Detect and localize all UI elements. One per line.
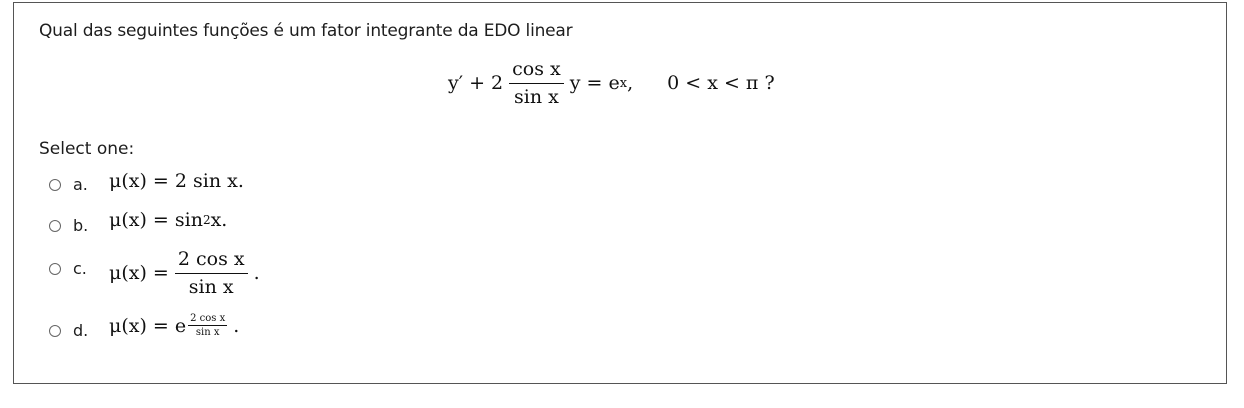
option-d[interactable]: d. xyxy=(49,321,105,340)
option-b-letter: b. xyxy=(73,216,89,235)
equation-frac-num: cos x xyxy=(509,59,564,84)
option-c-num: 2 cos x xyxy=(174,249,248,274)
radio-option-c[interactable] xyxy=(49,262,61,275)
option-d-suffix: . xyxy=(233,314,240,337)
option-c-letter: c. xyxy=(73,259,87,278)
radio-option-d[interactable] xyxy=(49,324,61,337)
option-d-math: μ(x) = e 2 cos x sin x . xyxy=(109,313,239,338)
option-d-num: 2 cos x xyxy=(188,313,228,326)
question-card: Qual das seguintes funções é um fator in… xyxy=(13,2,1227,384)
option-a-letter: a. xyxy=(73,175,88,194)
option-b-prefix: μ(x) = sin xyxy=(109,209,203,231)
option-d-prefix: μ(x) = e xyxy=(109,314,187,337)
option-d-exponent-fraction: 2 cos x sin x xyxy=(188,313,228,338)
option-c-math: μ(x) = 2 cos x sin x . xyxy=(109,249,260,298)
option-b-math: μ(x) = sin 2 x. xyxy=(109,209,227,231)
option-a[interactable]: a. xyxy=(49,175,105,194)
option-c-fraction: 2 cos x sin x xyxy=(174,249,248,298)
option-d-letter: d. xyxy=(73,321,89,340)
question-text: Qual das seguintes funções é um fator in… xyxy=(39,21,573,41)
option-a-math: μ(x) = 2 sin x. xyxy=(109,170,244,192)
option-c-den: sin x xyxy=(188,275,234,298)
option-c-prefix: μ(x) = xyxy=(109,262,169,285)
radio-option-a[interactable] xyxy=(49,178,61,191)
ode-equation: y′ + 2 cos x sin x y = ex, 0 < x < π ? xyxy=(448,59,775,108)
option-b[interactable]: b. xyxy=(49,216,105,235)
equation-fraction: cos x sin x xyxy=(509,59,564,108)
equation-condition: 0 < x < π ? xyxy=(667,72,775,95)
option-b-sup: 2 xyxy=(202,213,211,227)
option-c-suffix: . xyxy=(253,262,260,285)
equation-lhs-end: y = e xyxy=(569,72,620,95)
equation-lhs-start: y′ + 2 xyxy=(448,72,504,95)
option-b-suffix: x. xyxy=(210,209,228,231)
equation-exponent: x xyxy=(619,75,628,91)
equation-frac-den: sin x xyxy=(514,85,559,108)
option-c[interactable]: c. xyxy=(49,259,105,278)
option-d-den: sin x xyxy=(195,327,220,338)
equation-comma: , xyxy=(627,72,634,95)
radio-option-b[interactable] xyxy=(49,219,61,232)
select-one-label: Select one: xyxy=(39,139,135,159)
